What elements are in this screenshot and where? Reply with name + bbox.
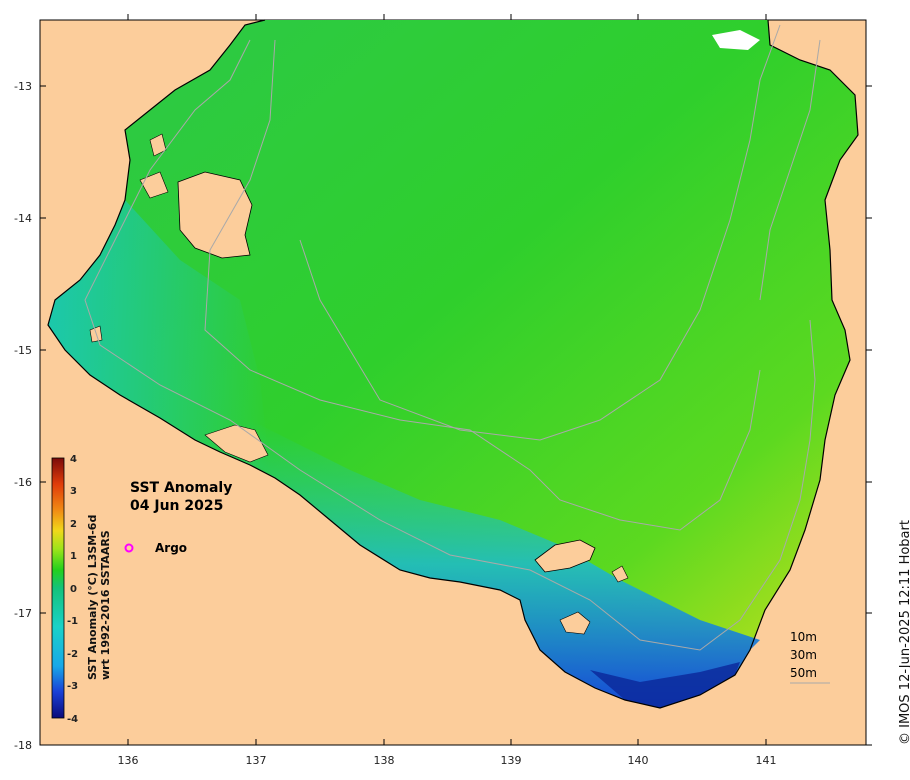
lat-tick-label: -18: [14, 739, 32, 752]
argo-legend-label: Argo: [155, 541, 187, 555]
map-title: SST Anomaly: [130, 480, 232, 496]
lat-tick-label: -15: [14, 344, 32, 357]
depth-label-30m: 30m: [790, 648, 817, 662]
sst-anomaly-map: 136 137 138 139 140 141 -13 -14 -15 -16 …: [14, 14, 872, 767]
colorbar-tick: -4: [67, 714, 78, 725]
colorbar-tick: 3: [70, 486, 77, 497]
colorbar-tick: 1: [70, 551, 77, 562]
depth-label-10m: 10m: [790, 630, 817, 644]
colorbar-label-2: wrt 1992-2016 SSTAARS: [99, 530, 112, 680]
colorbar-tick: 4: [70, 454, 77, 465]
colorbar-tick: -3: [67, 681, 78, 692]
lon-tick-label: 140: [628, 754, 649, 767]
lat-tick-label: -16: [14, 476, 32, 489]
colorbar: [51, 457, 65, 719]
lat-tick-label: -14: [14, 212, 32, 225]
lon-tick-label: 141: [756, 754, 777, 767]
colorbar-tick: 2: [70, 519, 77, 530]
map-date: 04 Jun 2025: [130, 498, 223, 514]
lon-tick-label: 136: [118, 754, 139, 767]
lat-tick-label: -13: [14, 80, 32, 93]
colorbar-tick: -1: [67, 616, 78, 627]
depth-label-50m: 50m: [790, 666, 817, 680]
lon-tick-label: 137: [246, 754, 267, 767]
colorbar-label-1: SST Anomaly (°C) L3SM-6d: [86, 515, 99, 680]
lon-tick-label: 138: [374, 754, 395, 767]
lon-tick-label: 139: [501, 754, 522, 767]
lat-tick-label: -17: [14, 607, 32, 620]
imos-credit: © IMOS 12-Jun-2025 12:11 Hobart: [898, 520, 910, 745]
colorbar-tick: -2: [67, 649, 78, 660]
colorbar-tick: 0: [70, 584, 77, 595]
